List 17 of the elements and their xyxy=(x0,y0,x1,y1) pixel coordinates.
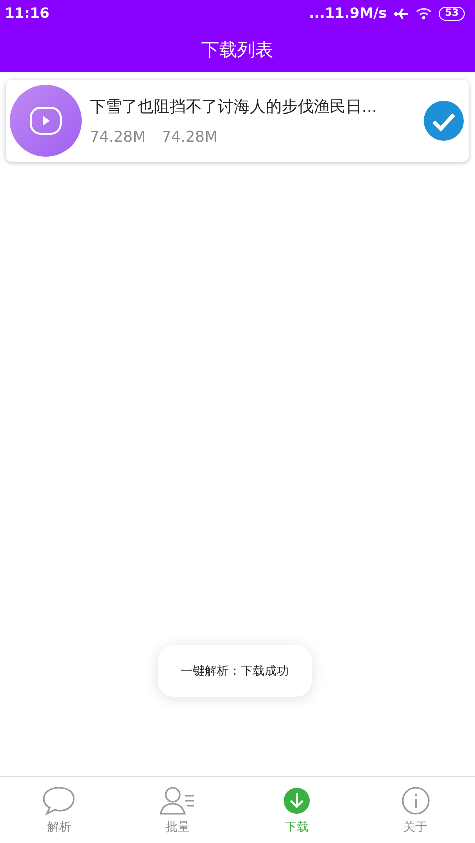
downloaded-size: 74.28M xyxy=(90,128,146,146)
nav-tab[interactable]: 批量 xyxy=(118,777,238,843)
page-title: 下载列表 xyxy=(200,39,274,63)
status-time: 11:16 xyxy=(5,6,50,22)
nav-tab[interactable]: 解析 xyxy=(0,777,119,843)
wifi-icon xyxy=(415,7,434,21)
video-title: 下雪了也阻挡不了讨海人的步伐渔民日... xyxy=(90,96,378,118)
toast-message: 一键解析：下载成功 xyxy=(158,645,312,697)
total-size: 74.28M xyxy=(162,128,218,146)
play-icon xyxy=(29,106,63,136)
chat-bubble-icon xyxy=(41,784,78,816)
network-speed: ...11.9M/s xyxy=(309,6,388,22)
airplane-icon xyxy=(393,7,410,21)
battery-level: 53 xyxy=(439,7,465,21)
nav-tab[interactable]: 关于 xyxy=(356,777,475,843)
download-card[interactable]: 下雪了也阻挡不了讨海人的步伐渔民日... 74.28M 74.28M xyxy=(6,80,469,162)
nav-tab[interactable]: 下载 xyxy=(238,777,356,843)
